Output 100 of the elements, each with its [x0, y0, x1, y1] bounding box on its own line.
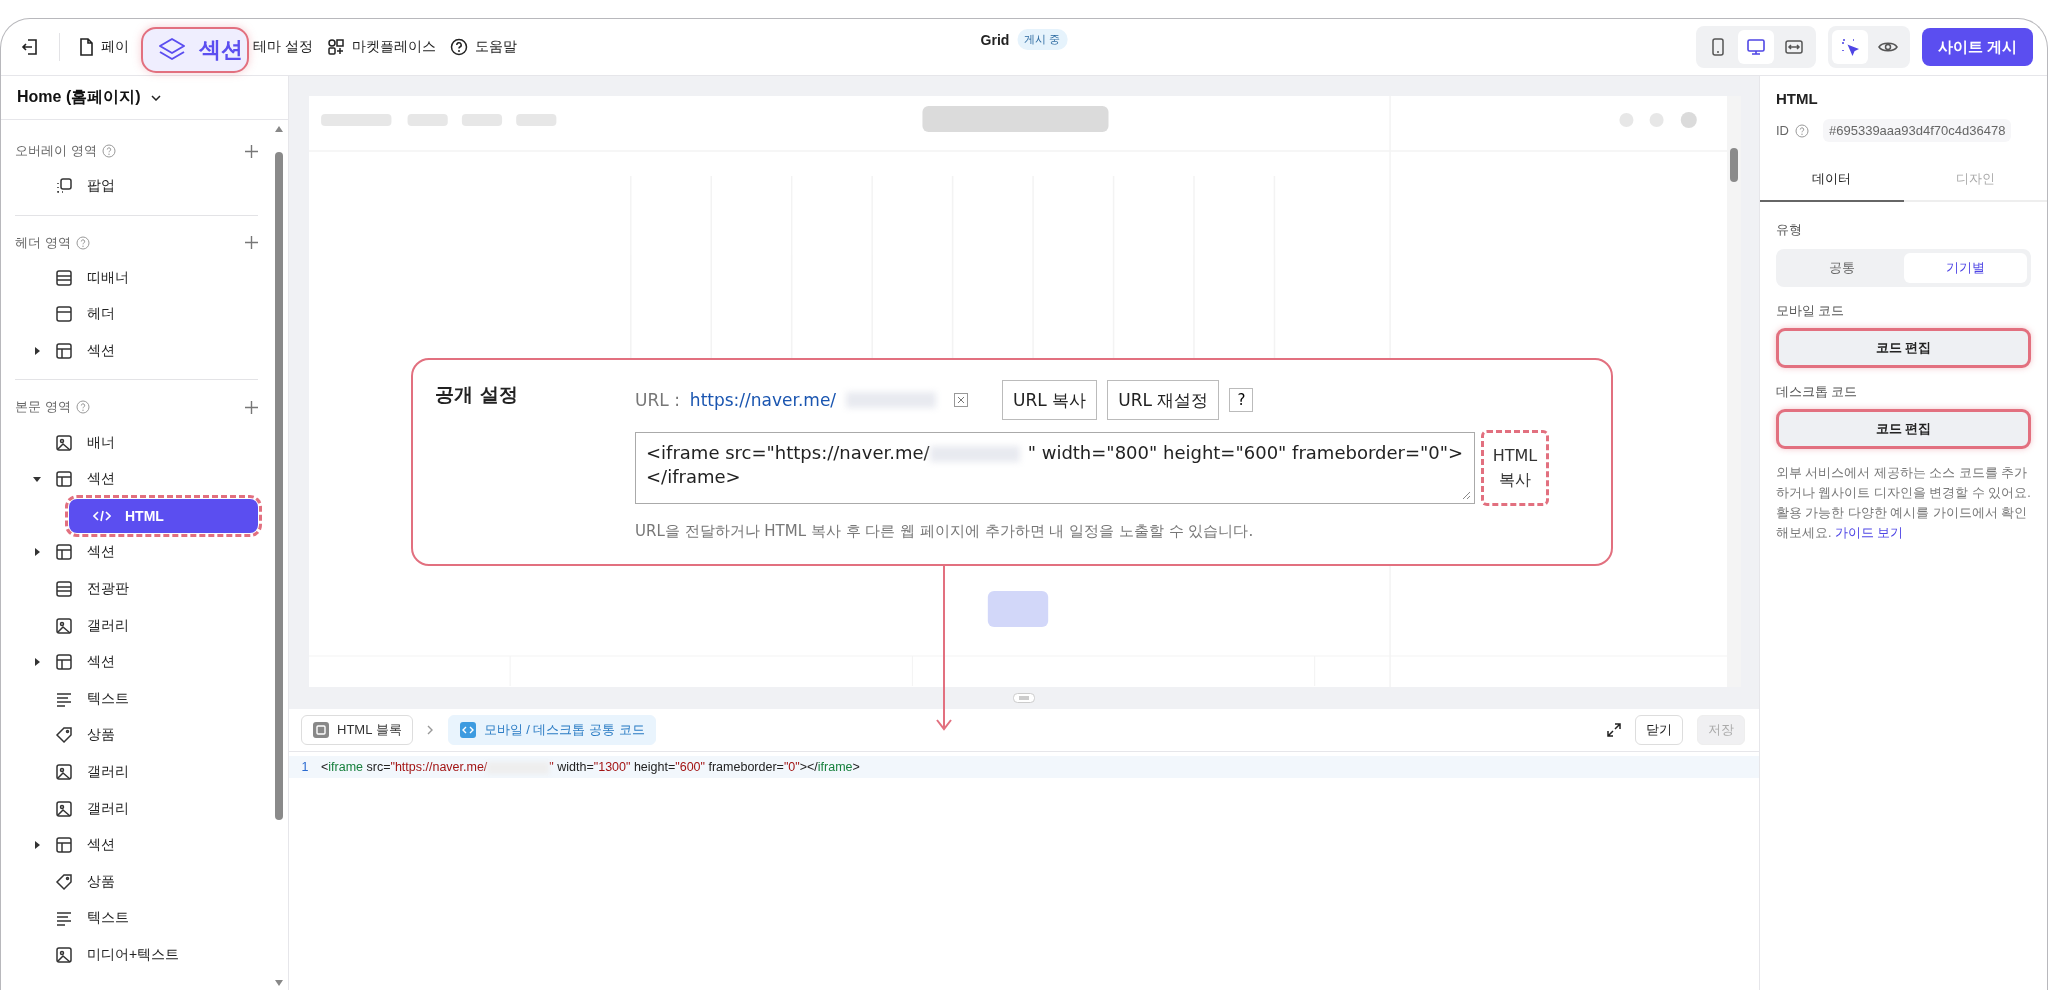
caret-right-icon[interactable] [33, 347, 41, 356]
add-button[interactable] [245, 400, 258, 414]
url-link[interactable]: https://naver.me/ [689, 390, 837, 410]
layer-item[interactable]: 섹션 [49, 828, 258, 863]
exit-icon [21, 38, 39, 56]
layer-item[interactable]: 텍스트 [49, 901, 258, 936]
caret-down-icon[interactable] [33, 475, 41, 484]
popup-icon [55, 177, 73, 196]
help-button[interactable]: ? [1229, 388, 1254, 412]
group-title: 오버레이 영역 [15, 142, 97, 160]
layer-item[interactable]: 배너 [49, 425, 258, 460]
layout-icon [55, 268, 73, 287]
menu-item[interactable]: 테마 설정 [253, 38, 313, 56]
layout-icon [55, 342, 73, 361]
help-text: 외부 서비스에서 제공하는 소스 코드를 추가하거나 웹사이트 디자인을 변경할 수 있어요. 활용 가능한 다양한 예시를 가이드에서 확인해보세요. 가이드 보기 [1776, 465, 2031, 542]
layer-item[interactable]: 상품 [49, 864, 258, 899]
status-badge: 게시 중 [1017, 29, 1068, 50]
popup-button[interactable]: URL 재설정 [1107, 380, 1220, 420]
plus-icon [245, 400, 258, 414]
type-label: 유형 [1776, 222, 1803, 239]
layer-item[interactable]: 갤러리 [49, 755, 258, 789]
tag-icon [55, 872, 73, 891]
layer-item[interactable]: 팝업 [49, 169, 258, 204]
layer-item[interactable]: 텍스트 [49, 681, 258, 716]
resize-grip-icon[interactable] [1461, 490, 1471, 500]
caret-right-icon[interactable] [33, 841, 41, 850]
breadcrumb-item[interactable]: 모바일 / 데스크톱 공통 코드 [447, 715, 656, 745]
callout-label: 섹션 [199, 36, 243, 64]
resize-icon [1784, 38, 1803, 56]
add-button[interactable] [245, 236, 258, 250]
inspector-title: HTML [1775, 89, 1819, 107]
image-icon [55, 433, 73, 452]
type-option[interactable]: 기기별 [1903, 253, 2027, 283]
shapes-icon [326, 38, 345, 56]
image-icon [55, 616, 73, 635]
image-icon [55, 799, 73, 818]
editor-button[interactable]: 닫기 [1635, 715, 1683, 745]
code-line: <iframe src="https://naver.me/ " width="1300" height="600" frameborder="0"></iframe> [321, 760, 860, 774]
add-button[interactable] [245, 144, 258, 158]
text-lines-icon [55, 909, 73, 928]
help-icon [101, 144, 116, 158]
publish-button[interactable]: 사이트 게시 [1921, 28, 2033, 66]
popup-button[interactable]: URL 복사 [1002, 380, 1098, 420]
layer-item[interactable]: 섹션 [49, 535, 258, 570]
layer-item[interactable]: 갤러리 [49, 608, 258, 643]
layout-icon [55, 653, 73, 672]
field-label: 데스크톱 코드 [1776, 384, 1859, 401]
group-title: 본문 영역 [15, 398, 71, 417]
help-icon [449, 38, 468, 56]
layout-icon [55, 470, 73, 489]
url-label: URL : [635, 390, 680, 410]
close-icon[interactable] [954, 393, 969, 407]
scrollbar[interactable] [1727, 96, 1741, 687]
desktop-view-toggle[interactable] [1737, 30, 1774, 64]
layer-item[interactable]: 섹션 [49, 462, 258, 497]
type-option[interactable]: 공통 [1780, 253, 1904, 283]
layer-item[interactable]: 섹션 [49, 334, 258, 369]
help-icon [75, 400, 90, 415]
scroll-down-icon[interactable] [275, 980, 283, 986]
layer-item[interactable]: 띠배너 [49, 260, 258, 295]
layer-item[interactable]: 헤더 [49, 297, 258, 332]
menu-item[interactable]: 도움말 [449, 38, 517, 56]
phone-icon [1710, 38, 1725, 56]
layer-item[interactable]: 상품 [49, 718, 258, 753]
expand-button[interactable] [1607, 723, 1621, 737]
monitor-icon [1746, 38, 1765, 56]
caret-right-icon[interactable] [33, 658, 41, 667]
expand-icon [1607, 723, 1621, 737]
layer-item[interactable]: 전광판 [49, 572, 258, 607]
menu-item[interactable]: 마켓플레이스 [326, 38, 436, 56]
layer-item[interactable]: 갤러리 [49, 791, 258, 826]
popup-title: 공개 설정 [435, 382, 519, 407]
image-icon [55, 946, 73, 964]
image-icon [55, 763, 73, 781]
drag-handle-icon[interactable] [1013, 693, 1035, 703]
layout-icon [55, 543, 73, 562]
breadcrumb-item[interactable]: HTML 블록 [301, 715, 413, 745]
menu-item[interactable]: 페이 [78, 38, 129, 56]
caret-right-icon[interactable] [33, 548, 41, 557]
help-icon [1795, 123, 1809, 138]
scroll-up-icon[interactable] [275, 126, 283, 132]
page-icon [78, 38, 94, 56]
code-icon [93, 508, 111, 523]
layer-item[interactable]: 미디어+텍스트 [49, 938, 258, 972]
layer-item[interactable]: 섹션 [49, 645, 258, 680]
select-view-toggle[interactable] [1831, 30, 1868, 64]
code-field[interactable]: <iframe src="https://naver.me/ " width="800" height="600" frameborder="0"></iframe> [635, 432, 1475, 504]
id-label: ID [1776, 123, 1789, 138]
inspector-tab[interactable]: 데이터 [1760, 158, 1904, 202]
chevron-down-icon [150, 94, 161, 101]
id-value: #695339aaa93d4f70c4d36478 [1823, 119, 2012, 142]
help-icon [75, 235, 90, 250]
copy-html-button[interactable]: HTML 복사 [1481, 430, 1549, 506]
layout-icon [55, 836, 73, 855]
edit-code-button[interactable]: 코드 편집 [1776, 328, 2031, 368]
page-selector[interactable]: Home (홈페이지) [1, 76, 288, 120]
guide-link[interactable]: 가이드 보기 [1834, 526, 1904, 540]
edit-code-button[interactable]: 코드 편집 [1776, 409, 2031, 449]
tag-icon [55, 726, 73, 745]
field-label: 모바일 코드 [1776, 303, 1846, 320]
